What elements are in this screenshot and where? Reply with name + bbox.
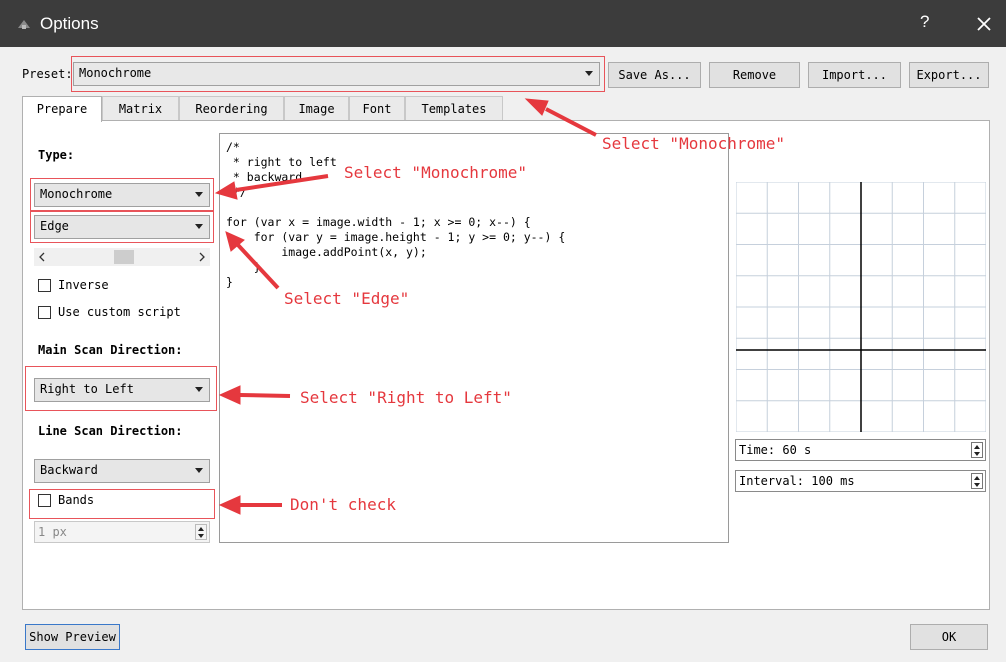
- annotation-type: Select "Monochrome": [344, 163, 528, 182]
- annotation-edge: Select "Edge": [284, 289, 410, 308]
- annotation-arrows: [214, 98, 597, 515]
- annotation-preset: Select "Monochrome": [602, 134, 786, 153]
- annotation-bands: Don't check: [290, 495, 396, 514]
- tab-prepare[interactable]: Prepare: [22, 96, 102, 122]
- annotation-direction: Select "Right to Left": [300, 388, 512, 407]
